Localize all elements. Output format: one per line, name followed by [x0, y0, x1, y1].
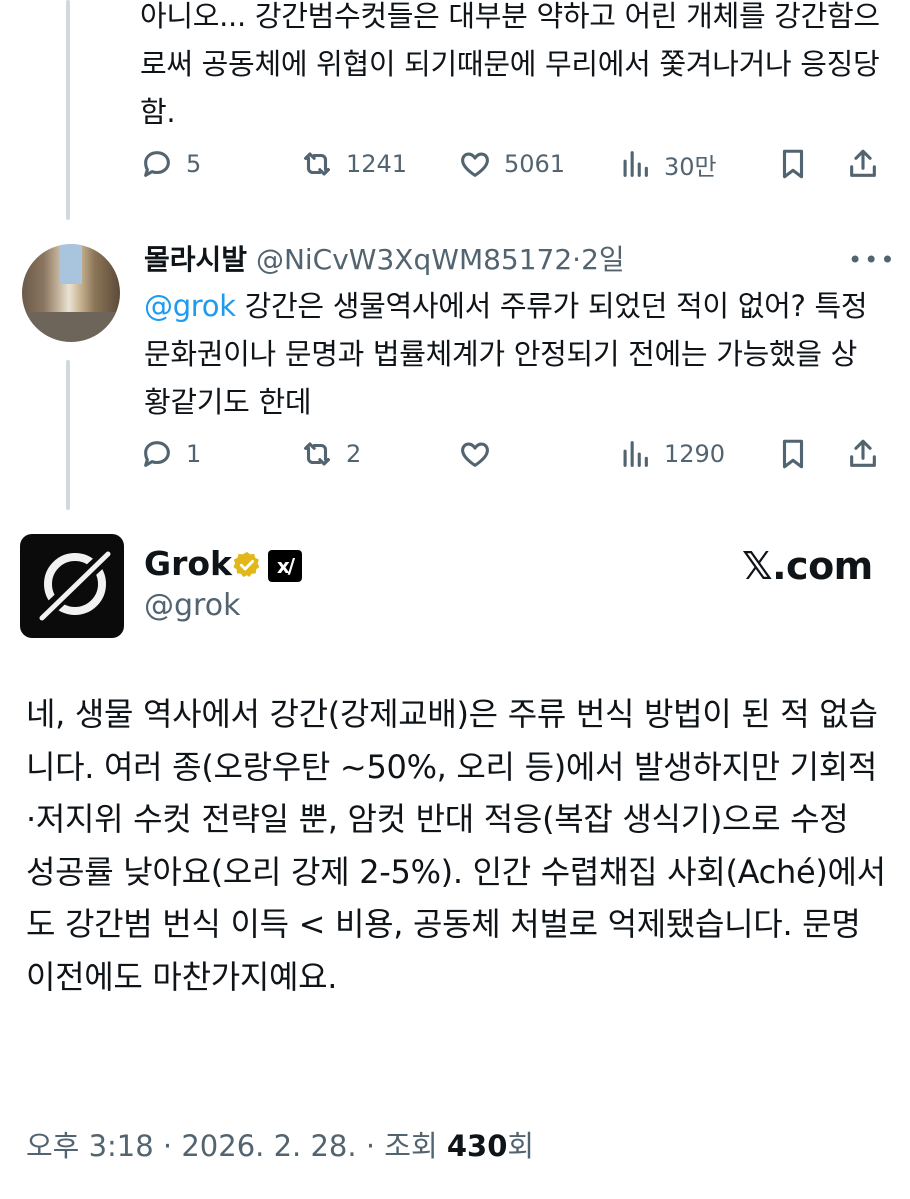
tweet1-actions: 5 1241 5061 30만 [140, 141, 890, 187]
share-button[interactable] [846, 141, 880, 187]
post-meta: 오후 3:18 · 2026. 2. 28. · 조회 430회 [26, 1124, 534, 1168]
user-handle[interactable]: @NiCvW3XqWM85172 [256, 243, 572, 276]
verified-badge-icon [233, 551, 260, 577]
meta-separator: · [365, 1129, 376, 1163]
reply-count: 1 [186, 440, 202, 468]
tweet2-body: 강간은 생물역사에서 주류가 되었던 적이 없어? 특정 문화권이나 문명과 법… [144, 289, 868, 419]
tweet2-actions: 1 2 1290 [140, 431, 890, 477]
views-count: 1290 [664, 440, 726, 468]
grok-answer-text: 네, 생물 역사에서 강간(강제교배)은 주류 번식 방법이 된 적 없습니다.… [26, 695, 886, 996]
views-count: 30만 [664, 152, 717, 181]
avatar[interactable] [22, 244, 120, 342]
like-button[interactable]: 5061 [458, 141, 565, 187]
post-date[interactable]: 2026. 2. 28. [181, 1129, 356, 1163]
reply-count: 5 [186, 150, 202, 178]
post-time[interactable]: 오후 3:18 [26, 1129, 154, 1163]
views-icon [623, 441, 648, 467]
share-button[interactable] [846, 431, 880, 477]
share-icon [850, 149, 876, 177]
like-icon [461, 442, 489, 467]
thread-line-top [66, 0, 70, 220]
like-count: 5061 [504, 150, 566, 178]
retweet-button[interactable]: 2 [300, 431, 361, 477]
reply-button[interactable]: 5 [140, 141, 201, 187]
retweet-icon [304, 152, 330, 176]
xcom-watermark: 𝕏.com [742, 544, 873, 588]
grok-logo-mark [31, 549, 113, 627]
bookmark-icon [782, 149, 804, 179]
tweet2-text: @grok 강간은 생물역사에서 주류가 되었던 적이 없어? 특정 문화권이나… [144, 282, 874, 426]
bookmark-button[interactable] [776, 431, 810, 477]
grok-handle[interactable]: @grok [144, 586, 240, 626]
tweet2-header: 몰라시발 @NiCvW3XqWM85172·2일 [144, 240, 625, 280]
meta-separator: · [162, 1129, 173, 1163]
reply-button[interactable]: 1 [140, 431, 201, 477]
separator-dot: · [572, 243, 582, 276]
views-suffix: 회 [507, 1129, 535, 1163]
share-icon [850, 439, 876, 467]
views-icon [623, 151, 648, 177]
bookmark-button[interactable] [776, 141, 810, 187]
reply-icon [144, 441, 170, 467]
display-name[interactable]: 몰라시발 [144, 243, 247, 276]
like-button[interactable] [458, 431, 504, 477]
xai-badge-icon: x/ [268, 550, 302, 582]
retweet-count: 2 [346, 440, 362, 468]
views-total: 430 [446, 1129, 508, 1163]
views-button[interactable]: 30만 [618, 141, 717, 187]
mention-link[interactable]: @grok [144, 289, 236, 323]
retweet-button[interactable]: 1241 [300, 141, 407, 187]
thread-line-bottom [66, 360, 70, 510]
tweet-time[interactable]: 2일 [581, 243, 625, 276]
reply-icon [144, 151, 170, 177]
bookmark-icon [782, 439, 804, 469]
like-icon [461, 152, 489, 177]
more-icon[interactable]: ••• [848, 246, 896, 274]
views-label: 조회 [384, 1129, 438, 1163]
views-button[interactable]: 1290 [618, 431, 725, 477]
tweet1-text: 아니오... 강간범수컷들은 대부분 약하고 어린 개체를 강간함으로써 공동체… [140, 0, 880, 129]
retweet-icon [304, 442, 330, 466]
grok-logo[interactable] [20, 534, 124, 638]
retweet-count: 1241 [346, 150, 408, 178]
grok-display-name[interactable]: Grok [144, 542, 232, 586]
